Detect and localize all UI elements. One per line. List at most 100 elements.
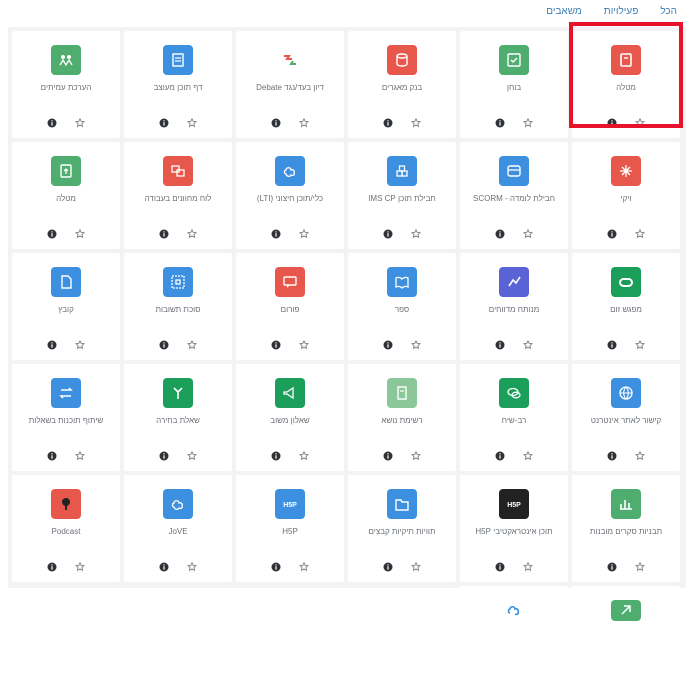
activity-tile[interactable]: ויקי (572, 142, 680, 249)
star-icon[interactable] (75, 229, 85, 239)
activity-tile[interactable]: שאלת בחירה (124, 364, 232, 471)
star-icon[interactable] (523, 562, 533, 572)
tile-actions (572, 340, 680, 350)
star-icon[interactable] (187, 118, 197, 128)
info-icon[interactable] (47, 229, 57, 239)
info-icon[interactable] (47, 340, 57, 350)
star-icon[interactable] (299, 340, 309, 350)
info-icon[interactable] (159, 340, 169, 350)
activity-tile[interactable]: חבילת תוכן IMS CP (348, 142, 456, 249)
activity-tile[interactable] (460, 586, 568, 644)
info-icon[interactable] (607, 340, 617, 350)
info-icon[interactable] (159, 451, 169, 461)
star-icon[interactable] (411, 229, 421, 239)
star-icon[interactable] (187, 451, 197, 461)
tab-activities[interactable]: פעילויות (604, 6, 639, 17)
info-icon[interactable] (271, 229, 281, 239)
star-icon[interactable] (523, 451, 533, 461)
star-icon[interactable] (635, 118, 645, 128)
star-icon[interactable] (635, 229, 645, 239)
activity-tile[interactable]: תבניות סקרים מובנות (572, 475, 680, 582)
star-icon[interactable] (75, 340, 85, 350)
info-icon[interactable] (271, 340, 281, 350)
info-icon[interactable] (495, 562, 505, 572)
activity-tile[interactable]: H5P תוכן אינטראקטיבי H5P (460, 475, 568, 582)
info-icon[interactable] (47, 562, 57, 572)
activity-tile[interactable]: קובץ (12, 253, 120, 360)
star-icon[interactable] (187, 229, 197, 239)
upload-icon (51, 156, 81, 186)
info-icon[interactable] (607, 229, 617, 239)
info-icon[interactable] (159, 118, 169, 128)
activity-tile[interactable]: הערכת עמיתים (12, 31, 120, 138)
info-icon[interactable] (383, 562, 393, 572)
activity-tile[interactable]: חבילת לומדה - SCORM (460, 142, 568, 249)
activity-label: בנק מאגרים (381, 83, 423, 92)
activity-tile[interactable]: שיתוף תוכנות בשאלות (12, 364, 120, 471)
star-icon[interactable] (187, 340, 197, 350)
info-icon[interactable] (495, 118, 505, 128)
activity-tile[interactable]: כלי/תוכן חיצוני (LTI) (236, 142, 344, 249)
activity-tile[interactable]: מפגש זום (572, 253, 680, 360)
info-icon[interactable] (271, 562, 281, 572)
activity-tile[interactable]: דף תוכן מעוצב (124, 31, 232, 138)
activity-tile[interactable]: Podcast (12, 475, 120, 582)
activity-tile[interactable]: תוויות תיקיות קבצים (348, 475, 456, 582)
info-icon[interactable] (607, 562, 617, 572)
info-icon[interactable] (607, 118, 617, 128)
activity-tile[interactable]: H5P H5P (236, 475, 344, 582)
activity-tile[interactable]: ספר (348, 253, 456, 360)
info-icon[interactable] (383, 229, 393, 239)
activity-tile[interactable]: דיון בעד/נגד Debate (236, 31, 344, 138)
star-icon[interactable] (411, 562, 421, 572)
info-icon[interactable] (47, 451, 57, 461)
activity-tile[interactable]: מנותח מדווחים (460, 253, 568, 360)
star-icon[interactable] (299, 562, 309, 572)
info-icon[interactable] (383, 118, 393, 128)
info-icon[interactable] (159, 562, 169, 572)
star-icon[interactable] (635, 562, 645, 572)
activity-tile[interactable]: בוחן (460, 31, 568, 138)
activity-tile[interactable]: JoVE (124, 475, 232, 582)
star-icon[interactable] (411, 118, 421, 128)
activity-tile[interactable]: קישור לאתר אינטרנט (572, 364, 680, 471)
star-icon[interactable] (523, 229, 533, 239)
star-icon[interactable] (523, 340, 533, 350)
tab-resources[interactable]: משאבים (546, 6, 582, 17)
info-icon[interactable] (607, 451, 617, 461)
star-icon[interactable] (299, 118, 309, 128)
info-icon[interactable] (271, 118, 281, 128)
star-icon[interactable] (523, 118, 533, 128)
activity-label: בוחן (506, 83, 522, 92)
star-icon[interactable] (635, 340, 645, 350)
activity-tile[interactable]: סוכת תשובות (124, 253, 232, 360)
tab-all[interactable]: הכל (660, 6, 677, 17)
activity-label: קישור לאתר אינטרנט (590, 416, 662, 425)
star-icon[interactable] (411, 451, 421, 461)
star-icon[interactable] (75, 451, 85, 461)
activity-tile[interactable]: פורום (236, 253, 344, 360)
star-icon[interactable] (411, 340, 421, 350)
info-icon[interactable] (495, 229, 505, 239)
activity-tile[interactable]: רשימת נושא (348, 364, 456, 471)
star-icon[interactable] (75, 562, 85, 572)
star-icon[interactable] (635, 451, 645, 461)
info-icon[interactable] (47, 118, 57, 128)
info-icon[interactable] (495, 451, 505, 461)
star-icon[interactable] (299, 229, 309, 239)
star-icon[interactable] (299, 451, 309, 461)
star-icon[interactable] (75, 118, 85, 128)
activity-tile[interactable] (572, 586, 680, 644)
info-icon[interactable] (383, 340, 393, 350)
activity-tile[interactable]: מטלה (12, 142, 120, 249)
star-icon[interactable] (187, 562, 197, 572)
activity-tile[interactable]: מטלה (572, 31, 680, 138)
activity-tile[interactable]: רב-שיח (460, 364, 568, 471)
info-icon[interactable] (383, 451, 393, 461)
info-icon[interactable] (271, 451, 281, 461)
activity-tile[interactable]: לוח מחוונים בעבודה (124, 142, 232, 249)
activity-tile[interactable]: שאלון משוב (236, 364, 344, 471)
info-icon[interactable] (495, 340, 505, 350)
activity-tile[interactable]: בנק מאגרים (348, 31, 456, 138)
info-icon[interactable] (159, 229, 169, 239)
